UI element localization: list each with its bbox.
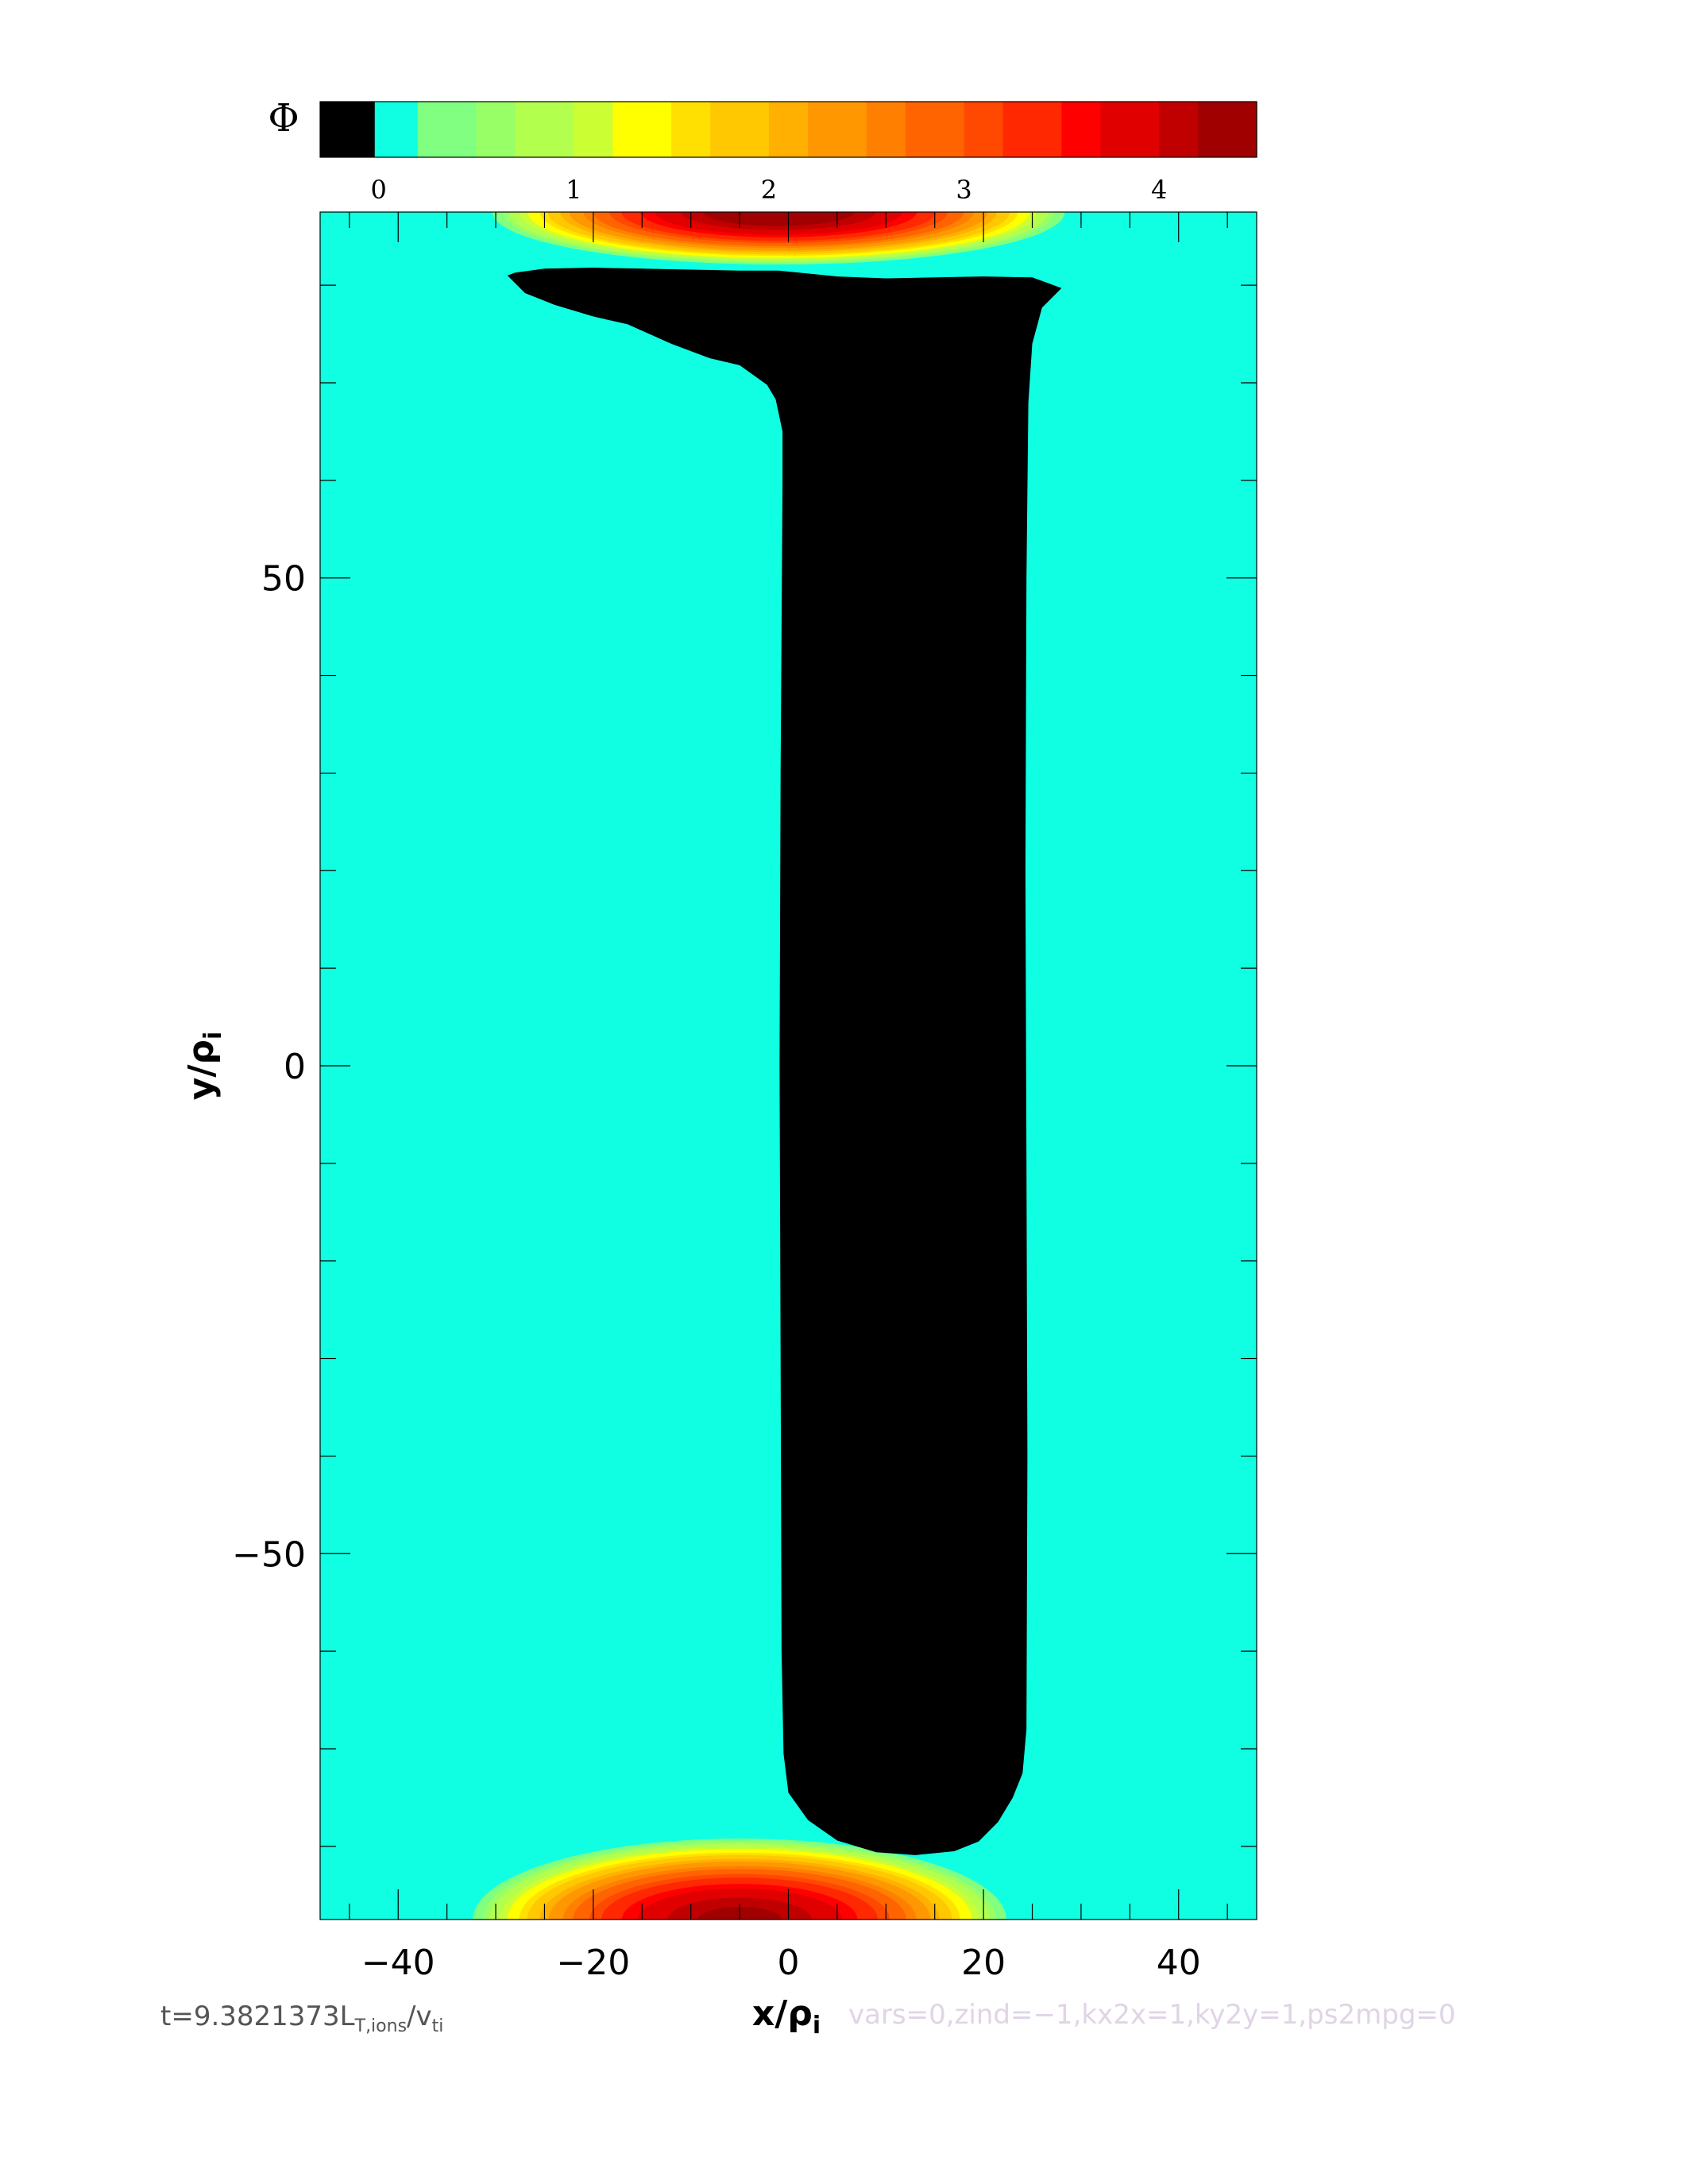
- colorbar-cell: [1100, 102, 1160, 157]
- x-tick-label: 0: [778, 1943, 800, 1983]
- colorbar-cell: [320, 102, 376, 157]
- colorbar-cell: [1159, 102, 1199, 157]
- colorbar-cell: [1061, 102, 1102, 157]
- colorbar-cell: [866, 102, 906, 157]
- y-tick-label: −50: [232, 1534, 306, 1575]
- colorbar-cell: [905, 102, 965, 157]
- colorbar-cell: [671, 102, 711, 157]
- colorbar-cell: [515, 102, 574, 157]
- colorbar-cell: [808, 102, 867, 157]
- y-tick-label: 0: [284, 1047, 306, 1087]
- colorbar-cell: [417, 102, 477, 157]
- x-tick-label: 40: [1157, 1943, 1201, 1983]
- colorbar-tick-label: 3: [956, 175, 971, 205]
- figure: Φ 0 1 2 3 4 −40 −20 0 20 40 −50 0 50 x/ρi y/ρi t=9…: [160, 96, 1456, 2039]
- colorbar: Φ 0 1 2 3 4: [268, 96, 1257, 205]
- colorbar-tick-label: 1: [566, 175, 581, 205]
- x-tick-label: 20: [961, 1943, 1006, 1983]
- x-tick-labels: −40 −20 0 20 40: [361, 1943, 1201, 1983]
- colorbar-cell: [768, 102, 809, 157]
- x-tick-label: −40: [361, 1943, 435, 1983]
- colorbar-cell: [476, 102, 516, 157]
- colorbar-tick-label: 4: [1151, 175, 1167, 205]
- colorbar-cell: [574, 102, 614, 157]
- colorbar-cell: [612, 102, 672, 157]
- colorbar-cell: [374, 102, 419, 157]
- x-axis-label: x/ρi: [752, 1993, 821, 2039]
- colorbar-label: Φ: [268, 96, 299, 141]
- colorbar-cell: [964, 102, 1004, 157]
- y-tick-labels: −50 0 50: [232, 559, 306, 1576]
- y-tick-label: 50: [261, 559, 306, 600]
- x-tick-label: −20: [556, 1943, 630, 1983]
- colorbar-tick-label: 0: [371, 175, 387, 205]
- time-annotation: t=9.3821373LT,ions/vti: [160, 2001, 443, 2036]
- colorbar-tick-label: 2: [761, 175, 777, 205]
- colorbar-cell: [1198, 102, 1257, 157]
- plot-area: −40 −20 0 20 40 −50 0 50 x/ρi y/ρi: [181, 211, 1257, 2039]
- y-axis-label: y/ρi: [181, 1032, 227, 1101]
- colorbar-cell: [710, 102, 770, 157]
- parameter-annotation: vars=0,zind=−1,kx2x=1,ky2y=1,ps2mpg=0: [848, 1999, 1456, 2031]
- colorbar-cell: [1002, 102, 1062, 157]
